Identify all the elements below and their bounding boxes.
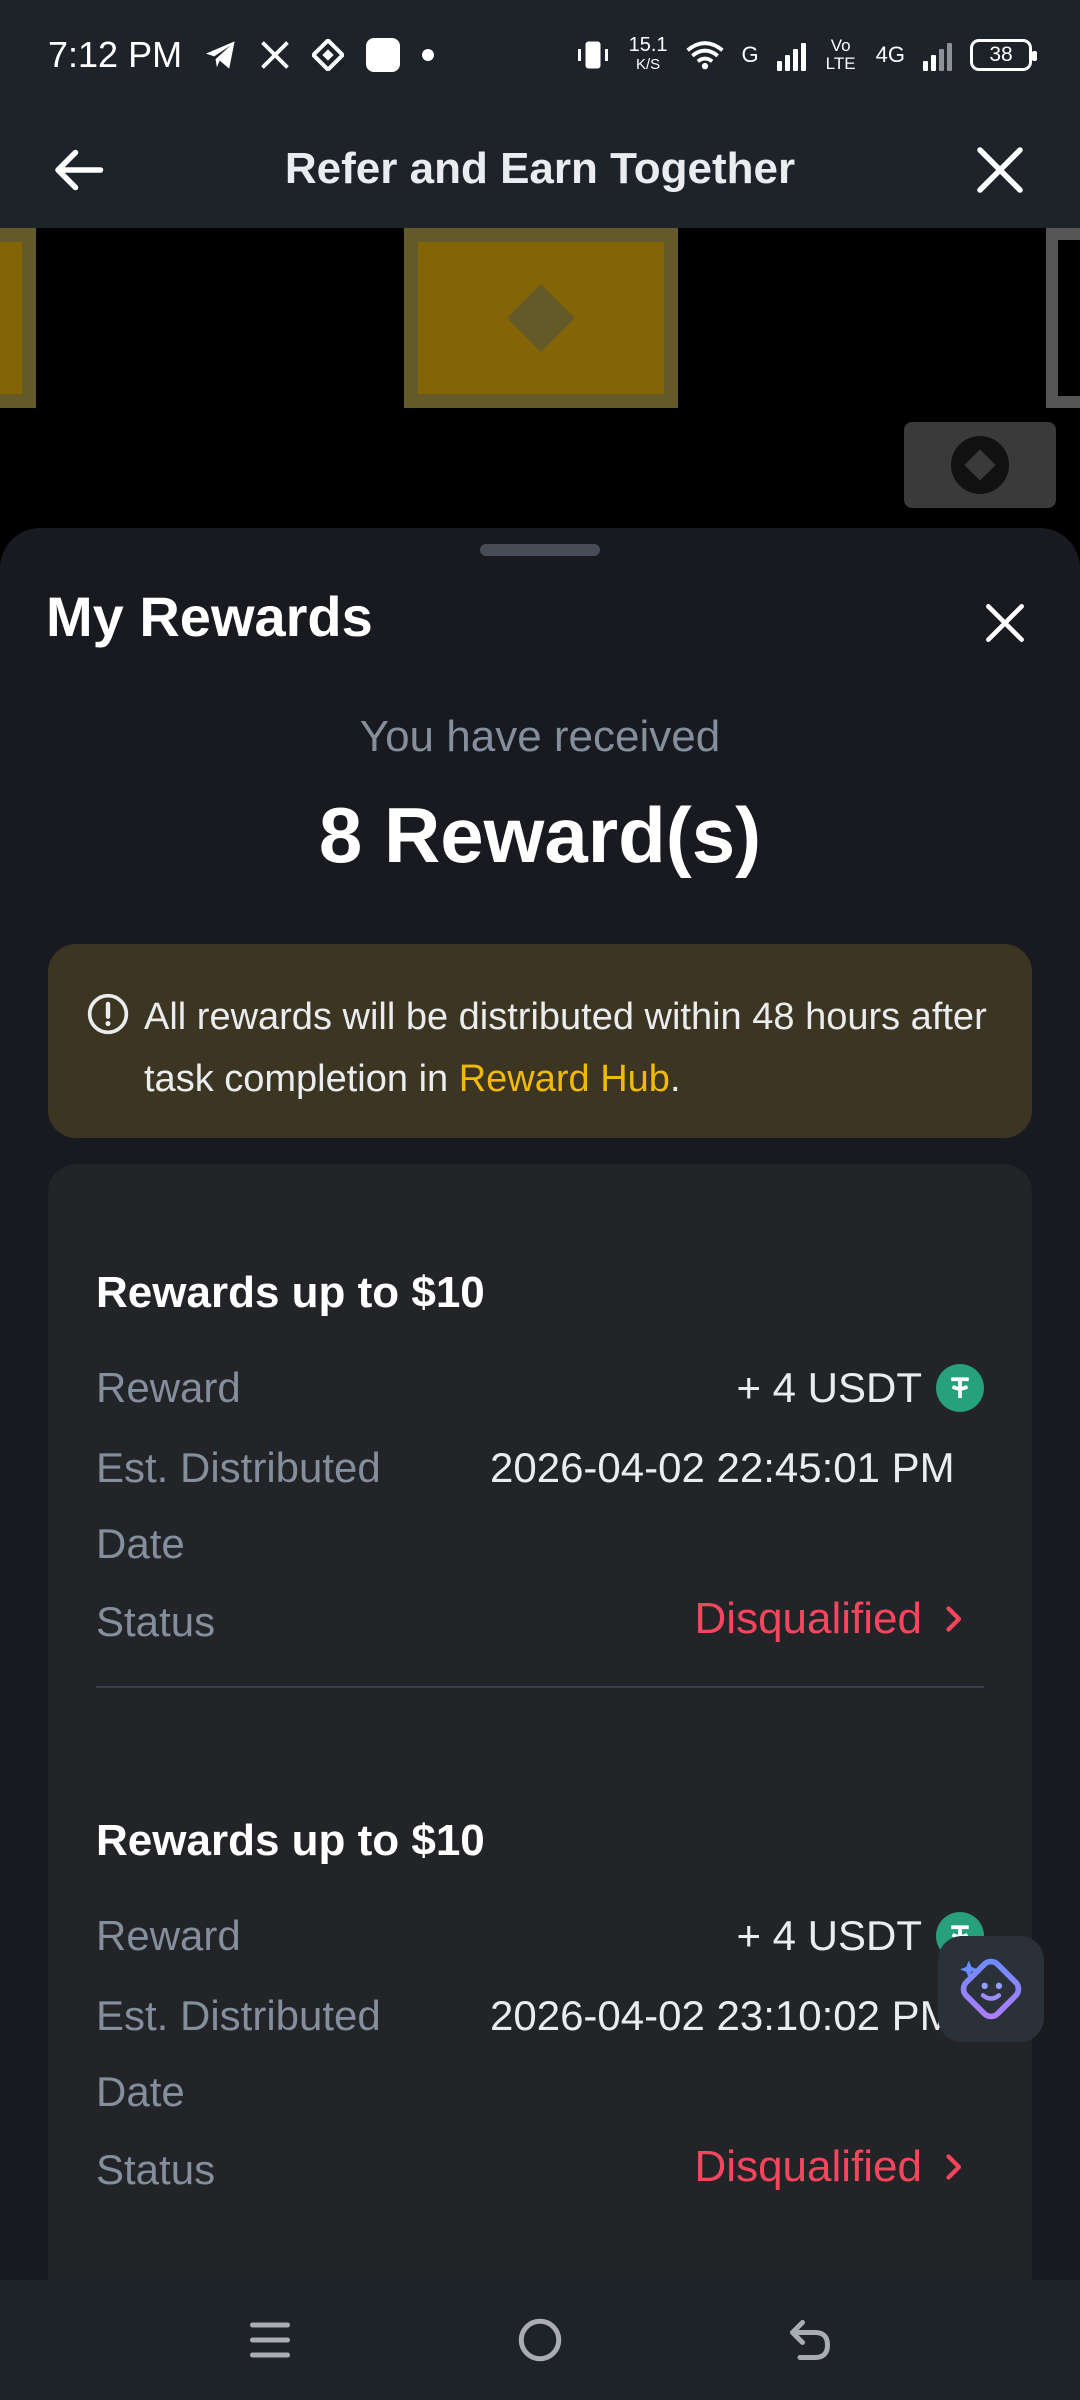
reward-amount: + 4 USDT [736,1364,984,1412]
status-text: Disqualified [694,1594,922,1643]
system-nav-bar [0,2280,1080,2400]
banner-ticket-icon [904,422,1056,508]
distribution-date: 2026-04-02 23:10:02 PM [490,1992,955,2039]
rewards-list: Rewards up to $10 Reward + 4 USDT Est. D… [48,1164,1032,2280]
more-notifications-dot [422,49,435,61]
signal-icon [776,39,806,71]
binance-icon [312,39,345,71]
speed-value: 15.1 [628,34,668,56]
chevron-right-icon [946,1606,962,1632]
date-label-line2: Date [96,2068,185,2115]
status-link[interactable]: Disqualified [695,1594,964,1644]
status-text: Disqualified [694,2142,922,2191]
banner-decoration-center [404,228,678,408]
date-label: Est. Distributed Date [96,1978,381,2130]
banner-decoration-right [1046,228,1080,408]
network-type-2: Vo LTE [825,36,856,73]
app-header: Refer and Earn Together [0,110,1080,228]
status-label: Status [96,1598,216,1645]
network-speed: 15.1 K/S [629,35,668,75]
assistant-icon [959,1958,1022,2020]
reward-title: Rewards up to $10 [96,1816,485,1865]
sheet-close-icon[interactable] [980,598,1030,648]
status-label: Status [96,2146,216,2193]
date-label-line2: Date [96,1520,185,1567]
notification-icons [204,38,435,72]
battery-level: 38 [989,43,1013,66]
sheet-title: My Rewards [46,585,373,648]
reward-amount-text: + 4 USDT [736,1364,922,1411]
menu-icon[interactable] [240,2310,300,2370]
promo-banner [0,228,1080,568]
status-bar: 7:12 PM 15.1 K/S G Vo LTE 4G 38 [0,0,1080,110]
item-divider [96,1686,984,1688]
info-icon [87,993,129,1035]
distribution-date: 2026-04-02 22:45:01 PM [490,1444,955,1491]
network-type-3: 4G [875,42,905,67]
vibrate-icon [577,41,608,69]
chevron-right-icon [946,2154,962,2180]
date-label-line1: Est. Distributed [96,1992,381,2039]
reward-label: Reward [96,1364,241,1411]
reward-amount-text: + 4 USDT [736,1912,922,1959]
date-label-line1: Est. Distributed [96,1444,381,1491]
sheet-drag-handle[interactable] [480,544,600,556]
reward-count: 8 Reward(s) [318,791,762,879]
my-rewards-sheet: My Rewards You have received 8 Reward(s)… [0,528,1080,2280]
home-icon[interactable] [510,2310,570,2370]
date-label: Est. Distributed Date [96,1430,381,1582]
battery-icon: 38 [970,39,1037,71]
speed-unit: K/S [635,56,661,73]
back-icon[interactable] [780,2310,840,2370]
reward-title: Rewards up to $10 [96,1268,485,1317]
back-arrow-icon[interactable] [48,140,108,200]
received-label: You have received [359,712,721,761]
page-title: Refer and Earn Together [284,144,796,193]
reward-hub-link[interactable]: Reward Hub [459,1058,670,1100]
status-time: 7:12 PM [48,34,183,75]
notice-text-end: . [669,1058,681,1100]
ai-assistant-button[interactable] [938,1936,1044,2042]
usdt-icon [936,1364,984,1412]
reward-label: Reward [96,1912,241,1959]
system-icons: 15.1 K/S G Vo LTE 4G 38 [575,35,1037,75]
telegram-icon [206,41,235,69]
signal-icon-2 [923,39,952,71]
distribution-notice: All rewards will be distributed within 4… [48,944,1032,1138]
status-link[interactable]: Disqualified [695,2142,964,2192]
app-notification-icon [366,38,401,72]
network-type-1: G [741,42,759,67]
x-icon [261,41,289,69]
banner-decoration-left [0,228,36,408]
wifi-icon [685,41,724,70]
close-icon[interactable] [970,140,1030,200]
